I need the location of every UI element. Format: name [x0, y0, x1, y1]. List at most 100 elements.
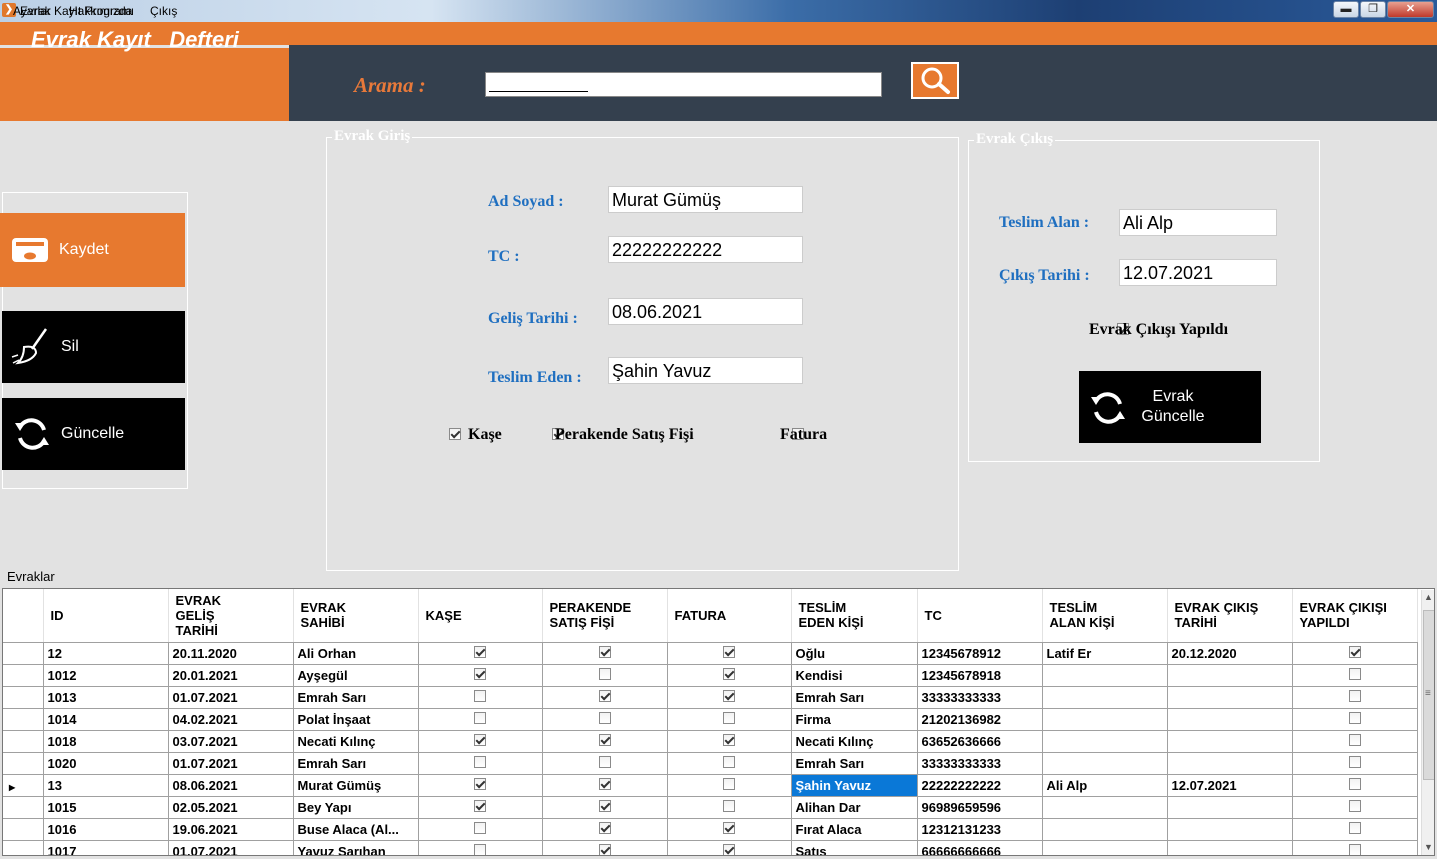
checkbox[interactable] — [723, 821, 735, 834]
cell-teslim-alan[interactable]: Ali Alp — [1042, 774, 1168, 797]
cell-yapildi-checkbox[interactable] — [1292, 686, 1418, 709]
cell-yapildi-checkbox[interactable] — [1292, 796, 1418, 819]
cell-perakende-checkbox[interactable] — [542, 642, 668, 665]
cell-teslim-alan[interactable] — [1042, 796, 1168, 819]
checkbox[interactable] — [1348, 843, 1361, 855]
cell-tc[interactable]: 63652636666 — [917, 730, 1043, 753]
arrival-date-field[interactable]: 08.06.2021 — [608, 298, 803, 325]
table-row[interactable]: 1012 20.01.2021 Ayşegül Kendisi 12345678918 — [3, 664, 1418, 687]
checkbox[interactable] — [723, 689, 735, 702]
cell-cikis[interactable]: 12.07.2021 — [1167, 774, 1293, 797]
cell-id[interactable]: 1016 — [43, 818, 169, 841]
cell-teslim-alan[interactable] — [1042, 730, 1168, 753]
column-header-kase[interactable]: KAŞE — [418, 589, 543, 643]
checkbox[interactable] — [723, 755, 735, 768]
update-button[interactable]: Güncelle — [2, 398, 185, 470]
column-header-fatura[interactable]: FATURA — [667, 589, 792, 643]
checkbox[interactable] — [598, 645, 611, 658]
cell-teslim-eden[interactable]: Emrah Sarı — [791, 752, 918, 775]
cell-sahip[interactable]: Polat İnşaat — [293, 708, 419, 731]
close-button[interactable]: ✕ — [1387, 1, 1434, 18]
checkbox[interactable] — [1348, 689, 1361, 702]
cell-gelis[interactable]: 01.07.2021 — [168, 686, 294, 709]
cell-yapildi-checkbox[interactable] — [1292, 752, 1418, 775]
row-header[interactable] — [3, 818, 44, 841]
cell-fatura-checkbox[interactable] — [667, 774, 792, 797]
column-header-teslim-alan[interactable]: TESLİM ALAN KİŞİ — [1042, 589, 1168, 643]
receiver-field[interactable]: Ali Alp — [1119, 209, 1277, 236]
menu-item-hakkimizda[interactable]: Hakkımızda — [69, 4, 132, 18]
cell-kase-checkbox[interactable] — [418, 796, 543, 819]
table-row[interactable]: 1018 03.07.2021 Necati Kılınç Necati Kılınç… — [3, 730, 1418, 753]
checkbox[interactable] — [474, 843, 486, 855]
column-header-cikis[interactable]: EVRAK ÇIKIŞ TARİHİ — [1167, 589, 1293, 643]
cell-tc[interactable]: 33333333333 — [917, 686, 1043, 709]
cell-gelis[interactable]: 19.06.2021 — [168, 818, 294, 841]
cell-perakende-checkbox[interactable] — [542, 730, 668, 753]
cell-sahip[interactable]: Buse Alaca (Al... — [293, 818, 419, 841]
checkbox[interactable] — [1348, 799, 1361, 812]
cell-cikis[interactable] — [1167, 664, 1293, 687]
checkbox[interactable] — [1348, 755, 1361, 768]
cell-sahip[interactable]: Emrah Sarı — [293, 686, 419, 709]
cell-kase-checkbox[interactable] — [418, 818, 543, 841]
checkbox[interactable] — [598, 843, 611, 855]
table-row[interactable]: 1017 01.07.2021 Yavuz Sarıhan Satış 66666666… — [3, 840, 1418, 855]
scroll-thumb[interactable]: ≡ — [1423, 610, 1434, 780]
cell-yapildi-checkbox[interactable] — [1292, 664, 1418, 687]
cell-tc[interactable]: 12312131233 — [917, 818, 1043, 841]
cell-teslim-eden[interactable]: Satış — [791, 840, 918, 855]
cell-kase-checkbox[interactable] — [418, 752, 543, 775]
cell-sahip[interactable]: Murat Gümüş — [293, 774, 419, 797]
cell-tc[interactable]: 12345678918 — [917, 664, 1043, 687]
cell-yapildi-checkbox[interactable] — [1292, 730, 1418, 753]
column-header-teslim-eden[interactable]: TESLİM EDEN KİŞİ — [791, 589, 918, 643]
row-header[interactable] — [3, 840, 44, 855]
cell-sahip[interactable]: Ali Orhan — [293, 642, 419, 665]
cell-teslim-eden[interactable]: Şahin Yavuz — [791, 774, 918, 797]
cell-kase-checkbox[interactable] — [418, 642, 543, 665]
cell-kase-checkbox[interactable] — [418, 664, 543, 687]
checkbox[interactable] — [474, 799, 486, 812]
cell-fatura-checkbox[interactable] — [667, 818, 792, 841]
checkbox[interactable] — [1348, 777, 1361, 790]
cell-tc[interactable]: 22222222222 — [917, 774, 1043, 797]
cell-gelis[interactable]: 20.01.2021 — [168, 664, 294, 687]
cell-teslim-alan[interactable]: Latif Er — [1042, 642, 1168, 665]
cell-kase-checkbox[interactable] — [418, 774, 543, 797]
row-header[interactable] — [3, 708, 44, 731]
checkbox[interactable] — [723, 645, 735, 658]
cell-kase-checkbox[interactable] — [418, 730, 543, 753]
checkbox[interactable] — [723, 843, 735, 855]
cell-teslim-eden[interactable]: Emrah Sarı — [791, 686, 918, 709]
cell-kase-checkbox[interactable] — [418, 708, 543, 731]
checkbox[interactable] — [474, 755, 486, 768]
cell-cikis[interactable] — [1167, 730, 1293, 753]
cell-gelis[interactable]: 01.07.2021 — [168, 840, 294, 855]
cell-teslim-alan[interactable] — [1042, 840, 1168, 855]
checkbox[interactable] — [598, 755, 611, 768]
cell-perakende-checkbox[interactable] — [542, 664, 668, 687]
cell-sahip[interactable]: Bey Yapı — [293, 796, 419, 819]
cell-gelis[interactable]: 08.06.2021 — [168, 774, 294, 797]
cell-cikis[interactable] — [1167, 840, 1293, 855]
save-button[interactable]: Kaydet — [0, 213, 185, 287]
checkbox[interactable] — [598, 777, 611, 790]
checkbox[interactable] — [1348, 711, 1361, 724]
checkbox[interactable] — [1348, 733, 1361, 746]
cell-yapildi-checkbox[interactable] — [1292, 708, 1418, 731]
cell-fatura-checkbox[interactable] — [667, 796, 792, 819]
maximize-button[interactable]: ❐ — [1360, 1, 1386, 18]
cell-cikis[interactable] — [1167, 752, 1293, 775]
checkbox[interactable] — [723, 711, 735, 724]
exit-date-field[interactable]: 12.07.2021 — [1119, 259, 1277, 286]
table-row[interactable]: 1013 01.07.2021 Emrah Sarı Emrah Sarı 333333… — [3, 686, 1418, 709]
cell-teslim-alan[interactable] — [1042, 708, 1168, 731]
column-header-id[interactable]: ID — [43, 589, 169, 643]
cell-perakende-checkbox[interactable] — [542, 840, 668, 855]
checkbox[interactable] — [598, 667, 611, 680]
grid-corner-header[interactable] — [3, 589, 44, 643]
column-header-tc[interactable]: TC — [917, 589, 1043, 643]
checkbox[interactable] — [474, 645, 486, 658]
search-button[interactable] — [911, 62, 959, 99]
